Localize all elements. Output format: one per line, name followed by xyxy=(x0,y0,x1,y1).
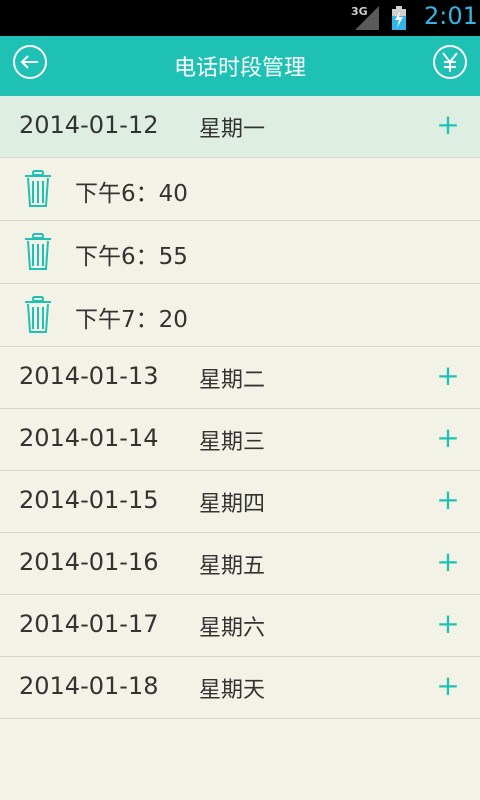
day-row[interactable]: 2014-01-12 星期一 + xyxy=(0,96,480,158)
status-bar: 3G 2:01 xyxy=(0,0,480,36)
day-date: 2014-01-15 xyxy=(19,486,159,514)
time-slot-label: 下午6：40 xyxy=(75,181,188,207)
day-weekday: 星期六 xyxy=(199,616,266,641)
day-list: 2014-01-12 星期一 + 下午6：40 下午6：55 下午7：20 20… xyxy=(0,96,480,719)
day-date: 2014-01-13 xyxy=(19,362,159,390)
battery-charging-icon xyxy=(392,6,406,30)
add-time-button[interactable]: + xyxy=(436,671,460,701)
day-weekday: 星期一 xyxy=(199,117,266,142)
day-date: 2014-01-18 xyxy=(19,672,159,700)
add-time-button[interactable]: + xyxy=(436,110,460,140)
status-clock: 2:01 xyxy=(424,2,478,30)
day-row[interactable]: 2014-01-14 星期三 + xyxy=(0,409,480,471)
add-time-button[interactable]: + xyxy=(436,423,460,453)
day-weekday: 星期三 xyxy=(199,430,266,455)
day-date: 2014-01-17 xyxy=(19,610,159,638)
day-row[interactable]: 2014-01-13 星期二 + xyxy=(0,347,480,409)
time-slot-row: 下午7：20 xyxy=(0,284,480,347)
day-weekday: 星期四 xyxy=(199,492,266,517)
time-slot-row: 下午6：55 xyxy=(0,221,480,284)
time-slot-label: 下午7：20 xyxy=(75,307,188,333)
add-time-button[interactable]: + xyxy=(436,609,460,639)
time-slot-row: 下午6：40 xyxy=(0,158,480,221)
add-time-button[interactable]: + xyxy=(436,547,460,577)
day-weekday: 星期二 xyxy=(199,368,266,393)
trash-icon[interactable] xyxy=(24,296,52,334)
yen-icon[interactable] xyxy=(432,44,468,80)
day-row[interactable]: 2014-01-15 星期四 + xyxy=(0,471,480,533)
day-row[interactable]: 2014-01-18 星期天 + xyxy=(0,657,480,719)
day-row[interactable]: 2014-01-17 星期六 + xyxy=(0,595,480,657)
day-date: 2014-01-14 xyxy=(19,424,159,452)
day-row[interactable]: 2014-01-16 星期五 + xyxy=(0,533,480,595)
add-time-button[interactable]: + xyxy=(436,361,460,391)
signal-strength-icon xyxy=(355,6,379,30)
day-date: 2014-01-12 xyxy=(19,111,159,139)
day-weekday: 星期天 xyxy=(199,678,266,703)
page-title: 电话时段管理 xyxy=(173,56,306,81)
time-slot-label: 下午6：55 xyxy=(75,244,188,270)
day-weekday: 星期五 xyxy=(199,554,266,579)
trash-icon[interactable] xyxy=(24,170,52,208)
trash-icon[interactable] xyxy=(24,233,52,271)
add-time-button[interactable]: + xyxy=(436,485,460,515)
title-bar: 电话时段管理 xyxy=(0,36,480,96)
day-date: 2014-01-16 xyxy=(19,548,159,576)
